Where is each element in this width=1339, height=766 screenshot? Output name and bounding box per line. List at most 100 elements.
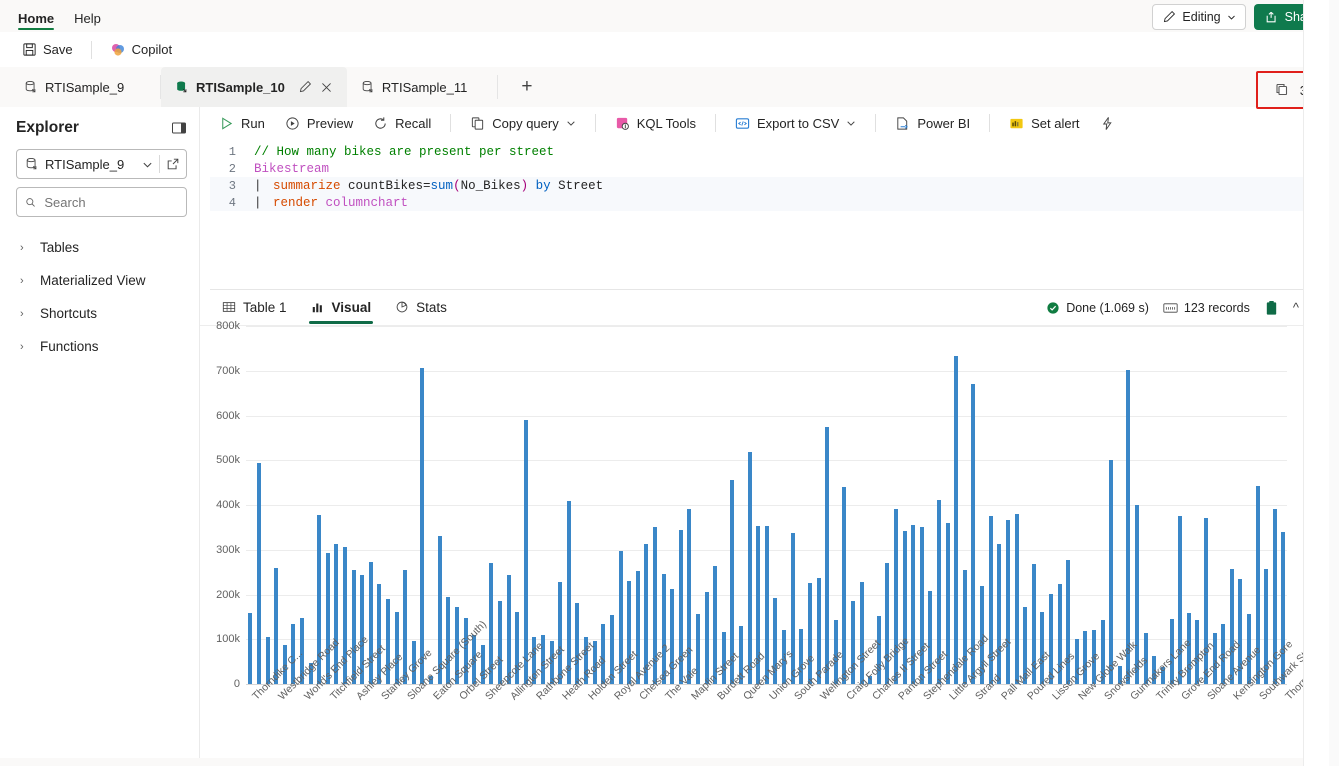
power-bi-button[interactable]: Set alert xyxy=(1000,111,1088,136)
bar-slot xyxy=(935,326,944,684)
results-panel: Table 1 Visual Stats Done (1.069 s) 123 … xyxy=(200,290,1339,758)
bar-series xyxy=(246,326,1287,684)
chart-container: 0 100k 200k 300k 400k 500k 600k 700k 800k Thornd… xyxy=(200,320,1339,758)
bar-slot xyxy=(375,326,384,684)
bar-slot xyxy=(453,326,462,684)
explorer-search[interactable] xyxy=(16,187,187,217)
copilot-button[interactable]: Copilot xyxy=(102,38,180,62)
ribbon-tab-home[interactable]: Home xyxy=(10,7,62,32)
query-tab-rtisample-11[interactable]: RTISample_11 xyxy=(347,67,497,107)
page-scrollbar[interactable] xyxy=(1329,0,1339,766)
chart-bar[interactable] xyxy=(790,533,795,684)
ribbon-tab-help[interactable]: Help xyxy=(66,7,109,32)
bar-slot xyxy=(651,326,660,684)
bar-slot xyxy=(892,326,901,684)
ribbon-tab-help-label: Help xyxy=(74,11,101,26)
chart-bar[interactable] xyxy=(420,368,425,684)
chart-bar[interactable] xyxy=(747,452,752,684)
query-tab-rtisample-10[interactable]: RTISample_10 xyxy=(161,67,347,107)
bar-slot xyxy=(272,326,281,684)
chart-bar[interactable] xyxy=(1014,513,1019,684)
toolbar-separator xyxy=(714,114,716,132)
tab-stats[interactable]: Stats xyxy=(385,292,457,324)
y-axis-tick-label: 600k xyxy=(216,409,240,422)
chart-bar[interactable] xyxy=(523,419,528,684)
tab-visual[interactable]: Visual xyxy=(301,292,382,324)
collapse-results-icon[interactable]: ^ xyxy=(1293,300,1299,315)
tree-item-functions[interactable]: › Functions xyxy=(16,330,187,363)
chevron-down-icon xyxy=(847,121,856,126)
toolbar-separator xyxy=(594,114,596,132)
tree-item-shortcuts[interactable]: › Shortcuts xyxy=(16,297,187,330)
preview-button[interactable]: Preview xyxy=(276,111,362,136)
tree-item-materialized-view[interactable]: › Materialized View xyxy=(16,264,187,297)
chart-bar[interactable] xyxy=(997,543,1002,684)
search-icon xyxy=(26,197,35,207)
tab-label: Stats xyxy=(416,299,447,315)
collapse-panel-icon[interactable] xyxy=(171,120,187,136)
export-to-csv-button[interactable]: Power BI xyxy=(886,111,979,136)
bar-slot xyxy=(909,326,918,684)
bar-slot xyxy=(401,326,410,684)
chart-bar[interactable] xyxy=(954,355,959,684)
bar-slot xyxy=(582,326,591,684)
right-rail xyxy=(1303,0,1339,766)
search-input[interactable] xyxy=(44,194,178,210)
copy-query-button[interactable]: Copy query xyxy=(461,111,584,136)
recall-button[interactable]: Recall xyxy=(364,111,440,136)
bar-slot xyxy=(1271,326,1280,684)
set-alert-button[interactable] xyxy=(1091,111,1131,136)
rename-pencil-icon[interactable] xyxy=(298,80,312,94)
chart-bar[interactable] xyxy=(1126,369,1131,684)
bar-slot xyxy=(1167,326,1176,684)
chart-bar[interactable] xyxy=(704,591,709,684)
run-button[interactable]: Run xyxy=(210,111,274,136)
add-query-tab-button[interactable]: + xyxy=(510,67,544,107)
chart-bar[interactable] xyxy=(825,426,830,684)
copilot-label: Copilot xyxy=(131,42,173,57)
alert-icon xyxy=(1102,116,1112,130)
y-axis-tick-label: 400k xyxy=(216,499,240,511)
save-button[interactable]: Save xyxy=(14,38,81,61)
recall-icon xyxy=(375,116,386,129)
bar-slot xyxy=(1012,326,1021,684)
chart-bar[interactable] xyxy=(256,463,261,684)
chart-bar[interactable] xyxy=(1109,459,1114,684)
tab-table-1[interactable]: Table 1 xyxy=(212,292,297,324)
open-new-window-icon[interactable] xyxy=(166,157,180,171)
bar-slot xyxy=(349,326,358,684)
chart-bar[interactable] xyxy=(1281,531,1286,684)
chart-bar[interactable] xyxy=(1005,520,1010,684)
bar-slot xyxy=(1236,326,1245,684)
editing-mode-button[interactable]: Editing xyxy=(1152,4,1246,30)
bar-slot xyxy=(1004,326,1013,684)
kql-tools-button[interactable]: Export to CSV xyxy=(726,111,865,136)
bar-slot xyxy=(323,326,332,684)
close-icon[interactable] xyxy=(320,81,333,94)
bar-slot xyxy=(642,326,651,684)
bar-slot xyxy=(694,326,703,684)
bar-slot xyxy=(995,326,1004,684)
bar-slot xyxy=(332,326,341,684)
save-label: Save xyxy=(43,42,73,57)
chart-bar[interactable] xyxy=(575,602,580,684)
pin-to-dashboard-button[interactable]: KQL Tools xyxy=(606,111,705,136)
query-editor[interactable]: 1 // How many bikes are present per stre… xyxy=(210,143,1303,289)
chart-bar[interactable] xyxy=(446,596,451,684)
chart-bar[interactable] xyxy=(248,613,253,684)
query-tab-rtisample-9[interactable]: RTISample_9 xyxy=(10,67,160,107)
bar-slot xyxy=(1210,326,1219,684)
bar-slot xyxy=(1245,326,1254,684)
bar-slot xyxy=(1073,326,1082,684)
database-selector[interactable]: RTISample_9 xyxy=(16,149,187,179)
chart-bar[interactable] xyxy=(325,552,330,684)
clipboard-icon[interactable] xyxy=(1264,300,1279,316)
tree-item-tables[interactable]: › Tables xyxy=(16,231,187,264)
bar-slot xyxy=(444,326,453,684)
selector-divider xyxy=(159,155,160,173)
bar-slot xyxy=(797,326,806,684)
line-number: 4 xyxy=(228,195,236,210)
bar-slot xyxy=(513,326,522,684)
bar-slot xyxy=(788,326,797,684)
chart-bar[interactable] xyxy=(497,600,502,684)
